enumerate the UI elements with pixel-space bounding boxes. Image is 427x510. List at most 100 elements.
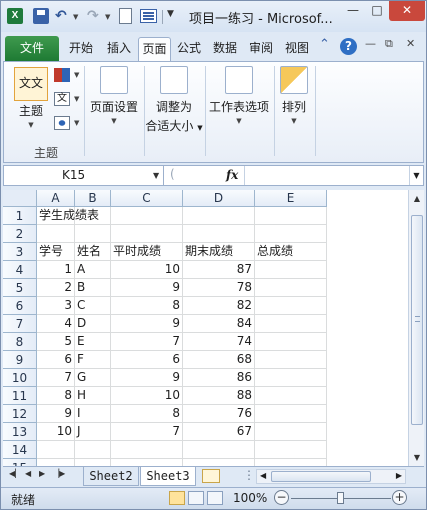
cell-e1[interactable]	[255, 207, 327, 225]
cell-c6[interactable]: 8	[111, 297, 183, 315]
row-header-13[interactable]: 13	[3, 423, 37, 441]
insert-sheet-icon[interactable]	[202, 469, 220, 483]
worksheet-grid[interactable]: A B C D E 1 学生成绩表 2 3 学号 姓名 平时成绩 期末成绩 总成绩 4 1 A 10 87 5 2 B 9 7…	[3, 190, 408, 466]
name-box[interactable]: K15	[4, 166, 164, 185]
cell-b8[interactable]: E	[75, 333, 111, 351]
name-box-dropdown-icon[interactable]: ▼	[153, 166, 159, 185]
theme-colors-icon[interactable]	[54, 68, 70, 82]
insert-function-button[interactable]: fx	[226, 166, 238, 185]
cell-c8[interactable]: 7	[111, 333, 183, 351]
cell-e2[interactable]	[255, 225, 327, 243]
maximize-button[interactable]: □	[365, 1, 389, 21]
first-sheet-icon[interactable]: ◀▏	[9, 469, 21, 478]
cell-b3[interactable]: 姓名	[75, 243, 111, 261]
tab-data[interactable]: 数据	[208, 37, 242, 61]
sheet-tab-sheet3[interactable]: Sheet3	[140, 467, 196, 486]
ribbon-collapse-icon[interactable]: ⌃	[319, 37, 330, 52]
cell-d15[interactable]	[183, 459, 255, 466]
row-header-14[interactable]: 14	[3, 441, 37, 459]
vertical-scroll-thumb[interactable]	[411, 215, 423, 425]
cell-c14[interactable]	[111, 441, 183, 459]
cell-e8[interactable]	[255, 333, 327, 351]
cell-e9[interactable]	[255, 351, 327, 369]
row-header-9[interactable]: 9	[3, 351, 37, 369]
theme-fonts-dropdown-icon[interactable]: ▼	[74, 95, 79, 103]
column-header-c[interactable]: C	[111, 190, 183, 207]
cell-c11[interactable]: 10	[111, 387, 183, 405]
theme-effects-dropdown-icon[interactable]: ▼	[74, 119, 79, 127]
row-header-2[interactable]: 2	[3, 225, 37, 243]
redo-dropdown-icon[interactable]: ▼	[105, 13, 110, 21]
cell-c7[interactable]: 9	[111, 315, 183, 333]
tab-formulas[interactable]: 公式	[172, 37, 206, 61]
row-header-15[interactable]: 15	[3, 459, 37, 466]
row-header-10[interactable]: 10	[3, 369, 37, 387]
cell-c15[interactable]	[111, 459, 183, 466]
customize-qat-icon[interactable]: ▼	[167, 9, 174, 19]
cell-b12[interactable]: I	[75, 405, 111, 423]
cell-b6[interactable]: C	[75, 297, 111, 315]
row-header-5[interactable]: 5	[3, 279, 37, 297]
cell-b14[interactable]	[75, 441, 111, 459]
row-header-11[interactable]: 11	[3, 387, 37, 405]
zoom-slider-thumb[interactable]	[337, 492, 344, 504]
redo-icon[interactable]: ↷	[87, 8, 103, 24]
cell-e12[interactable]	[255, 405, 327, 423]
cell-a3[interactable]: 学号	[37, 243, 75, 261]
cell-e6[interactable]	[255, 297, 327, 315]
cell-e3[interactable]: 总成绩	[255, 243, 327, 261]
undo-dropdown-icon[interactable]: ▼	[73, 13, 78, 21]
cell-e4[interactable]	[255, 261, 327, 279]
cell-b9[interactable]: F	[75, 351, 111, 369]
cell-c5[interactable]: 9	[111, 279, 183, 297]
cell-b2[interactable]	[75, 225, 111, 243]
cell-b15[interactable]	[75, 459, 111, 466]
sheet-options-button[interactable]: 工作表选项 ▼	[207, 66, 271, 125]
cell-d13[interactable]: 67	[183, 423, 255, 441]
row-header-1[interactable]: 1	[3, 207, 37, 225]
vertical-scrollbar[interactable]: ▲ ▼	[408, 190, 424, 466]
column-header-a[interactable]: A	[37, 190, 75, 207]
cell-b4[interactable]: A	[75, 261, 111, 279]
minimize-button[interactable]: —	[341, 1, 365, 21]
cell-d6[interactable]: 82	[183, 297, 255, 315]
tab-insert[interactable]: 插入	[101, 37, 137, 61]
doc-restore-icon[interactable]: ⧉	[385, 37, 393, 51]
tab-split-handle[interactable]: ⋮	[243, 468, 255, 482]
tab-file[interactable]: 文件	[5, 36, 59, 61]
cell-c9[interactable]: 6	[111, 351, 183, 369]
cell-d8[interactable]: 74	[183, 333, 255, 351]
undo-icon[interactable]: ↶	[55, 8, 71, 24]
cell-d9[interactable]: 68	[183, 351, 255, 369]
cell-b5[interactable]: B	[75, 279, 111, 297]
cell-d14[interactable]	[183, 441, 255, 459]
save-icon[interactable]	[33, 8, 49, 24]
zoom-out-button[interactable]: −	[274, 490, 289, 505]
horizontal-scrollbar[interactable]: ◀ ▶	[256, 469, 406, 484]
cell-d11[interactable]: 88	[183, 387, 255, 405]
cell-d3[interactable]: 期末成绩	[183, 243, 255, 261]
cell-a8[interactable]: 5	[37, 333, 75, 351]
scroll-right-icon[interactable]: ▶	[396, 471, 402, 480]
cell-c3[interactable]: 平时成绩	[111, 243, 183, 261]
select-all-corner[interactable]	[3, 190, 37, 207]
cell-d12[interactable]: 76	[183, 405, 255, 423]
cell-e13[interactable]	[255, 423, 327, 441]
tab-page-layout[interactable]: 页面	[138, 37, 171, 61]
doc-close-icon[interactable]: ✕	[406, 37, 415, 50]
cell-a12[interactable]: 9	[37, 405, 75, 423]
cell-b7[interactable]: D	[75, 315, 111, 333]
cell-a15[interactable]	[37, 459, 75, 466]
cell-d10[interactable]: 86	[183, 369, 255, 387]
cell-b13[interactable]: J	[75, 423, 111, 441]
new-document-icon[interactable]	[119, 8, 132, 24]
cell-d7[interactable]: 84	[183, 315, 255, 333]
cell-e15[interactable]	[255, 459, 327, 466]
cell-c4[interactable]: 10	[111, 261, 183, 279]
cell-e7[interactable]	[255, 315, 327, 333]
page-layout-view-icon[interactable]	[188, 491, 204, 505]
close-button[interactable]: ✕	[389, 1, 425, 21]
form-icon[interactable]	[140, 9, 157, 23]
cell-b1[interactable]	[75, 207, 111, 225]
last-sheet-icon[interactable]: ▕▶	[53, 469, 65, 478]
